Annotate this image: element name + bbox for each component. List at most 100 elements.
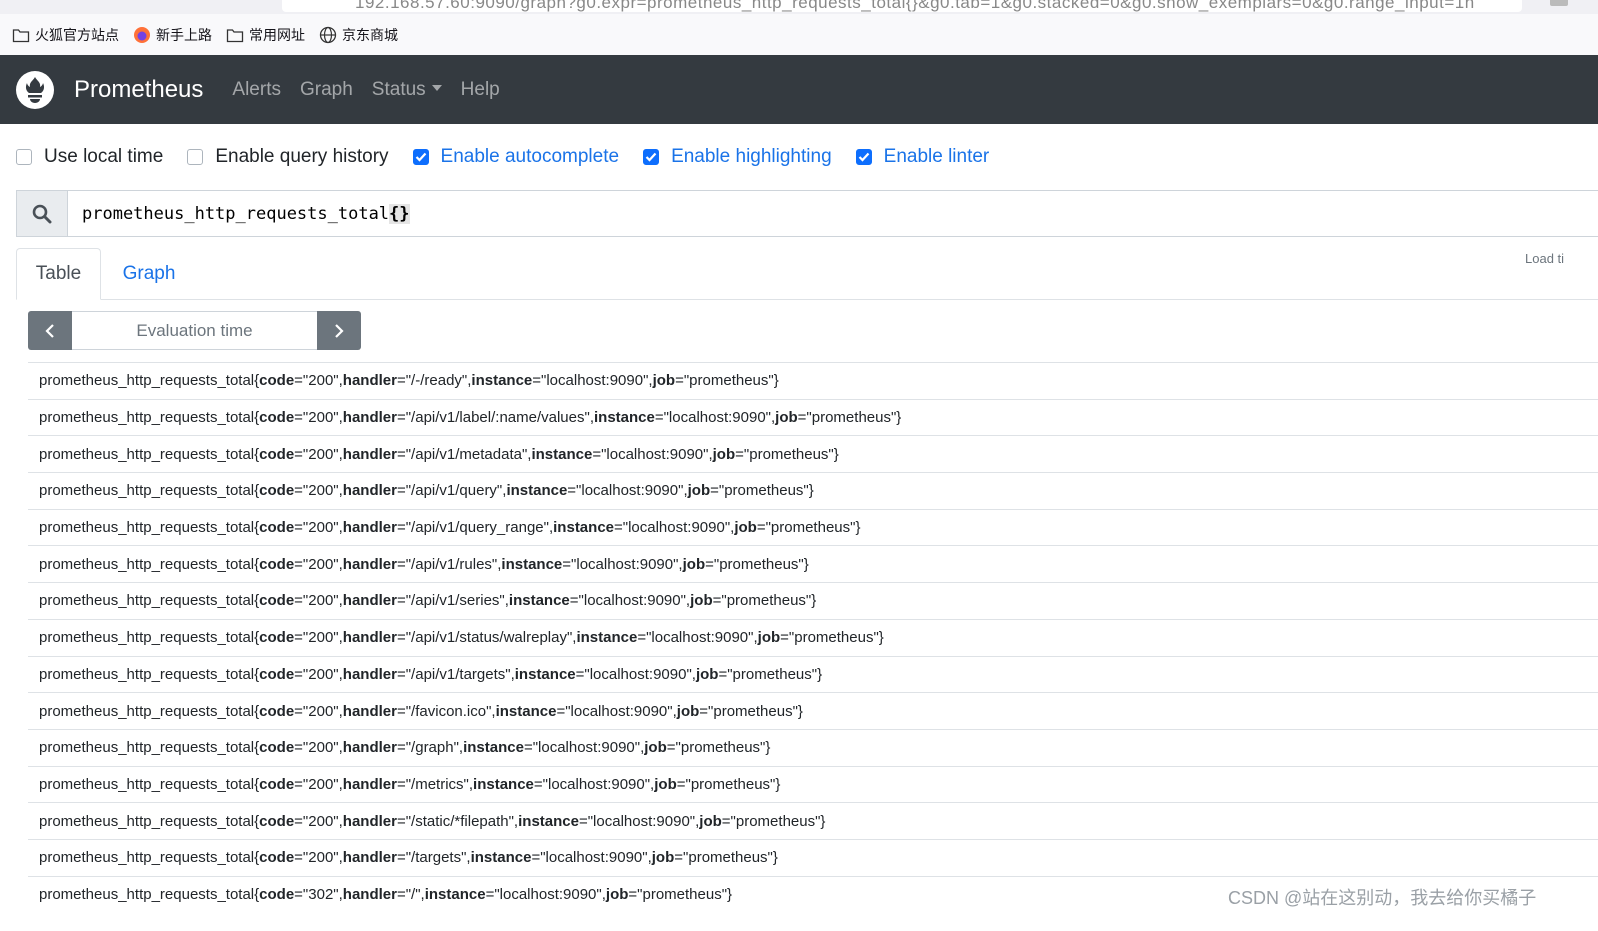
label-text: ="302", bbox=[294, 885, 343, 903]
bookmark-item[interactable]: 新手上路 bbox=[133, 25, 212, 45]
label-name: instance bbox=[473, 775, 534, 793]
checkbox[interactable] bbox=[187, 149, 204, 165]
label-text: ="200", bbox=[294, 555, 343, 573]
label-text: ="/static/*filepath", bbox=[396, 812, 519, 830]
label-name: instance bbox=[470, 849, 532, 867]
nav-alerts[interactable]: Alerts bbox=[232, 79, 281, 101]
tab-table[interactable]: Table bbox=[16, 248, 101, 300]
check-icon bbox=[415, 152, 426, 162]
label-text: ="localhost:9090", bbox=[592, 445, 713, 463]
label-text: ="localhost:9090", bbox=[531, 849, 652, 867]
label-text: ="localhost:9090", bbox=[614, 519, 735, 537]
bookmark-item[interactable]: 火狐官方站点 bbox=[12, 25, 119, 45]
brand-title[interactable]: Prometheus bbox=[74, 76, 203, 104]
label-text: ="/api/v1/targets", bbox=[396, 665, 515, 683]
label-text: ="/metrics", bbox=[396, 775, 474, 793]
table-row: prometheus_http_requests_total{code ="200… bbox=[28, 362, 1598, 399]
label-text: ="200", bbox=[294, 739, 343, 757]
table-row: prometheus_http_requests_total{code ="200… bbox=[28, 765, 1598, 803]
bookmarks-bar: 火狐官方站点 新手上路 常用网址 京东商城 bbox=[0, 14, 1598, 55]
label-name: code bbox=[259, 885, 295, 903]
result-tabs: Table Graph bbox=[16, 248, 1598, 300]
label-text: prometheus_http_requests_total{ bbox=[39, 629, 260, 647]
label-text: ="200", bbox=[294, 849, 343, 867]
option-use-local-time[interactable]: Use local time bbox=[16, 146, 163, 168]
option-enable-highlighting[interactable]: Enable highlighting bbox=[643, 146, 832, 168]
label-name: code bbox=[259, 555, 295, 573]
label-name: handler bbox=[342, 849, 397, 867]
label-text: ="/api/v1/label/:name/values", bbox=[396, 409, 594, 427]
label-text: ="prometheus"} bbox=[710, 482, 814, 500]
label-text: prometheus_http_requests_total{ bbox=[39, 739, 260, 757]
label-name: job bbox=[734, 519, 757, 537]
label-text: ="prometheus"} bbox=[675, 372, 779, 390]
label-name: code bbox=[259, 812, 295, 830]
watermark: CSDN @站在这别动，我去给你买橘子 bbox=[1228, 888, 1537, 908]
checkbox[interactable] bbox=[16, 149, 32, 165]
firefox-icon bbox=[133, 26, 151, 44]
label-text: ="localhost:9090", bbox=[637, 629, 758, 647]
checkbox-checked[interactable] bbox=[412, 149, 429, 165]
chevron-left-icon bbox=[45, 323, 54, 338]
label-text: ="localhost:9090", bbox=[556, 702, 677, 720]
label-text: prometheus_http_requests_total{ bbox=[39, 775, 260, 793]
nav-status[interactable]: Status bbox=[372, 79, 442, 101]
label-name: job bbox=[676, 702, 700, 720]
label-name: handler bbox=[342, 482, 397, 500]
option-enable-linter[interactable]: Enable linter bbox=[855, 146, 989, 168]
label-name: instance bbox=[576, 629, 638, 647]
check-icon bbox=[858, 152, 869, 162]
label-text: prometheus_http_requests_total{ bbox=[39, 482, 260, 500]
label-name: code bbox=[259, 482, 295, 500]
label-text: prometheus_http_requests_total{ bbox=[39, 519, 260, 537]
evaluation-time-input[interactable]: Evaluation time bbox=[72, 311, 317, 350]
label-name: instance bbox=[471, 372, 533, 390]
label-text: ="localhost:9090", bbox=[578, 812, 700, 830]
bookmark-item[interactable]: 京东商城 bbox=[319, 25, 398, 45]
label-text: ="200", bbox=[294, 519, 343, 537]
label-name: code bbox=[259, 445, 295, 463]
label-name: job bbox=[687, 482, 711, 500]
label-text: ="prometheus"} bbox=[676, 775, 781, 793]
label-name: job bbox=[652, 372, 676, 390]
label-name: instance bbox=[508, 592, 570, 610]
label-text: ="/targets", bbox=[396, 849, 471, 867]
label-text: ="/graph", bbox=[396, 739, 464, 757]
label-text: ="prometheus"} bbox=[666, 739, 771, 757]
checkbox-checked[interactable] bbox=[643, 149, 660, 165]
tab-graph[interactable]: Graph bbox=[101, 248, 197, 299]
prev-time-button[interactable] bbox=[28, 311, 72, 350]
label-name: job bbox=[605, 885, 629, 903]
folder-icon bbox=[226, 26, 244, 44]
label-text: ="prometheus"} bbox=[721, 812, 826, 830]
table-row: prometheus_http_requests_total{code ="200… bbox=[28, 692, 1598, 729]
label-name: job bbox=[690, 592, 713, 610]
label-name: instance bbox=[495, 702, 557, 720]
menu-icon[interactable] bbox=[1550, 0, 1568, 6]
label-name: handler bbox=[342, 519, 397, 537]
label-text: ="prometheus"} bbox=[674, 849, 778, 867]
checkbox-checked[interactable] bbox=[855, 149, 872, 165]
nav-graph[interactable]: Graph bbox=[300, 79, 353, 101]
caret-down-icon bbox=[431, 85, 442, 91]
next-time-button[interactable] bbox=[317, 311, 361, 350]
option-enable-autocomplete[interactable]: Enable autocomplete bbox=[412, 146, 619, 168]
label-name: handler bbox=[342, 629, 397, 647]
label-name: instance bbox=[518, 812, 579, 830]
table-row: prometheus_http_requests_total{code ="200… bbox=[28, 582, 1598, 619]
label-text: ="localhost:9090", bbox=[654, 409, 776, 427]
label-text: prometheus_http_requests_total{ bbox=[39, 849, 260, 867]
globe-icon bbox=[319, 26, 337, 44]
label-name: code bbox=[259, 519, 295, 537]
browser-toolbar: 192.168.57.60:9090/graph?g0.expr=prometh… bbox=[0, 0, 1598, 14]
label-text: ="prometheus"} bbox=[699, 702, 803, 720]
prometheus-logo-icon[interactable] bbox=[16, 70, 54, 109]
url-text[interactable]: 192.168.57.60:9090/graph?g0.expr=prometh… bbox=[355, 0, 1475, 13]
bookmark-item[interactable]: 常用网址 bbox=[226, 25, 305, 45]
option-enable-query-history[interactable]: Enable query history bbox=[187, 146, 389, 168]
table-row: prometheus_http_requests_total{code ="200… bbox=[28, 838, 1598, 876]
label-text: ="localhost:9090", bbox=[485, 885, 606, 903]
nav-help[interactable]: Help bbox=[461, 79, 500, 101]
label-text: ="200", bbox=[294, 665, 343, 683]
expression-input[interactable]: prometheus_http_requests_total{} bbox=[68, 191, 410, 236]
